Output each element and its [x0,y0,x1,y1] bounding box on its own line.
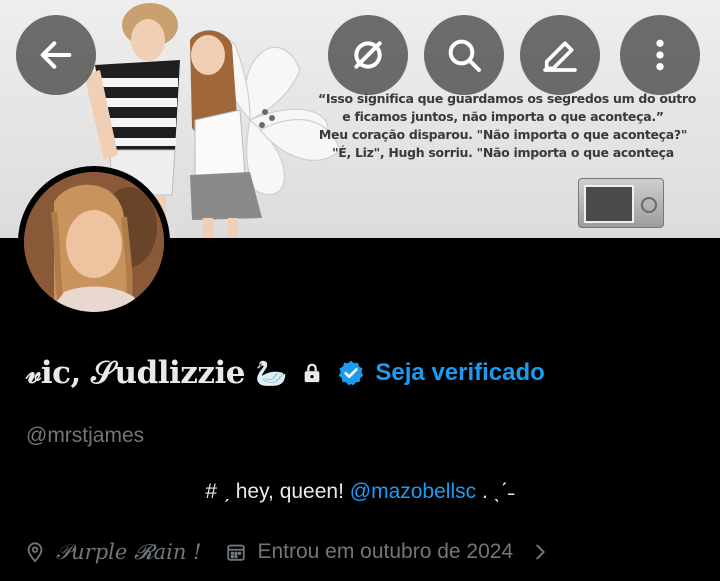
more-button[interactable] [620,15,700,95]
profile-name-row: 𝓋ic, 𝒮udlizzie 🦢 Seja verificado [26,351,545,395]
edit-icon [543,41,577,72]
more-vertical-icon [656,39,664,71]
grok-icon [354,41,382,69]
bio-mention-link[interactable]: @mazobellsc [350,480,476,503]
profile-handle: @mrstjames [26,424,145,447]
camera-graphic [578,178,664,228]
verified-badge-icon[interactable] [337,359,365,387]
profile-bio: # ˏ hey, queen! @mazobellsc . ˎˊ˗ [0,480,720,504]
avatar[interactable] [18,166,170,318]
display-name: 𝓋ic, 𝒮udlizzie [26,354,246,391]
profile-meta-row: 𝒫urple 𝓡ain ! Entrou em outubro de 2024 [24,538,551,566]
bio-text: . ˎˊ˗ [476,480,515,503]
bio-text: # ˏ hey, queen! [205,480,350,503]
arrow-left-icon [40,41,72,69]
search-button[interactable] [424,15,504,95]
avatar-photo [24,172,164,312]
get-verified-link[interactable]: Seja verificado [375,359,544,387]
edit-button[interactable] [520,15,600,95]
calendar-icon [227,544,246,561]
chevron-right-icon[interactable] [529,541,551,563]
lock-icon [305,363,320,383]
back-button[interactable] [16,15,96,95]
swan-emoji: 🦢 [255,357,288,388]
location-pin-icon [27,542,43,563]
profile-location: 𝒫urple 𝓡ain ! [56,539,202,564]
banner-quote-line: Meu coração disparou. "Não importa o que… [318,127,688,142]
banner-quote-line: "É, Liz", Hugh sorriu. "Não importa o qu… [332,145,674,160]
banner-quote-line: e ficamos juntos, não importa o que acon… [342,109,664,124]
banner-quote: “Isso significa que guardamos os segredo… [318,90,696,162]
joined-date: Entrou em outubro de 2024 [257,540,514,563]
grok-button[interactable] [328,15,408,95]
search-icon [448,39,481,72]
